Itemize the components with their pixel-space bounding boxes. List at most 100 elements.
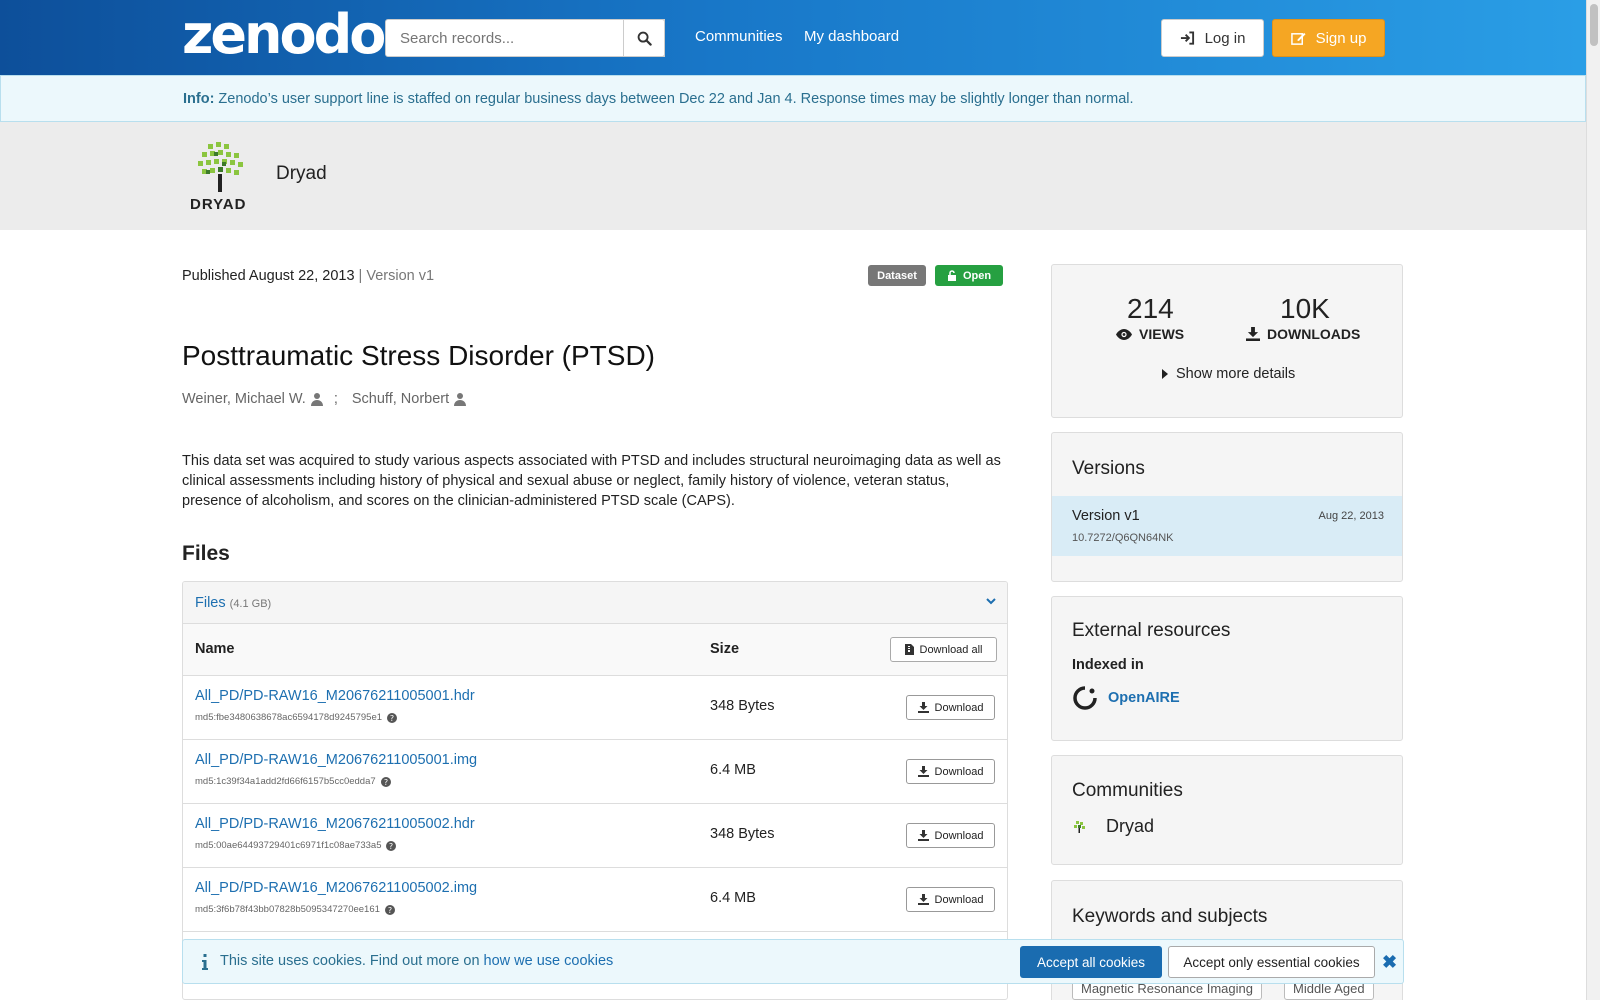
access-badge-label: Open — [962, 269, 992, 282]
eye-icon — [1116, 328, 1132, 340]
nav-my-dashboard[interactable]: My dashboard — [804, 28, 899, 45]
table-row: All_PD/PD-RAW16_M20676211005002.hdr md5:… — [183, 804, 1007, 868]
download-all-button[interactable]: Download all — [890, 637, 997, 662]
caret-right-icon — [1162, 369, 1168, 379]
version-doi: 10.7272/Q6QN64NK — [1072, 532, 1174, 544]
show-more-label: Show more details — [1176, 366, 1296, 382]
cookie-banner: This site uses cookies. Find out more on… — [182, 939, 1404, 984]
download-icon — [917, 830, 929, 841]
openaire-label: OpenAIRE — [1108, 690, 1180, 706]
sign-in-icon — [1180, 31, 1194, 45]
community-name[interactable]: Dryad — [276, 163, 327, 185]
published-date: Published August 22, 2013 — [182, 268, 355, 284]
user-icon — [454, 393, 467, 406]
communities-card: Communities Dryad — [1051, 755, 1403, 865]
cookie-message: This site uses cookies. Find out more on — [220, 953, 484, 969]
download-icon — [1246, 327, 1260, 341]
close-icon[interactable]: ✖ — [1382, 952, 1397, 973]
download-label: Download — [934, 765, 984, 778]
signup-button[interactable]: Sign up — [1272, 19, 1385, 57]
accept-all-cookies-button[interactable]: Accept all cookies — [1020, 946, 1162, 978]
search-button[interactable] — [623, 19, 665, 57]
top-navbar: zenodo Communities My dashboard Log in S… — [0, 0, 1586, 75]
download-all-label: Download all — [919, 643, 983, 656]
file-archive-icon — [904, 644, 914, 655]
checksum-text: md5:00ae64493729401c6971f1c08ae733a5 — [195, 840, 382, 851]
edit-icon — [1290, 32, 1306, 45]
record-description: This data set was acquired to study vari… — [182, 453, 1001, 509]
files-panel-label: Files — [195, 595, 226, 611]
version-date: Aug 22, 2013 — [1318, 510, 1384, 522]
download-button[interactable]: Download — [906, 759, 995, 784]
file-link[interactable]: All_PD/PD-RAW16_M20676211005002.hdr — [195, 816, 475, 832]
community-item[interactable]: Dryad — [1072, 816, 1154, 837]
files-panel-header[interactable]: Files (4.1 GB) — [183, 582, 1007, 624]
cookie-text: This site uses cookies. Find out more on… — [220, 953, 613, 969]
show-more-details[interactable]: Show more details — [1162, 366, 1295, 382]
download-icon — [917, 894, 929, 905]
files-panel-title: Files (4.1 GB) — [195, 595, 271, 611]
dryad-small-logo — [1074, 820, 1085, 833]
views-count: 214 — [1127, 293, 1174, 324]
file-checksum: md5:3f6b78f43bb07828b5095347270ee161 ? — [195, 904, 395, 915]
version-label: | Version v1 — [354, 268, 435, 284]
views-label-wrap: VIEWS — [1116, 326, 1184, 342]
user-icon — [310, 393, 323, 406]
files-total-size: (4.1 GB) — [229, 598, 272, 610]
files-table-header: Name Size Download all — [183, 624, 1007, 676]
search-icon — [637, 31, 652, 46]
question-circle-icon[interactable]: ? — [384, 904, 395, 915]
question-circle-icon[interactable]: ? — [387, 712, 398, 723]
download-label: Download — [934, 893, 984, 906]
publication-info: Published August 22, 2013 | Version v1 — [182, 268, 434, 284]
downloads-label-wrap: DOWNLOADS — [1246, 326, 1360, 342]
author-name[interactable]: Weiner, Michael W. — [182, 391, 306, 407]
accept-essential-cookies-button[interactable]: Accept only essential cookies — [1168, 946, 1375, 978]
page-scrollbar[interactable] — [1586, 0, 1600, 1000]
question-circle-icon[interactable]: ? — [386, 840, 397, 851]
cookie-policy-link[interactable]: how we use cookies — [484, 953, 614, 969]
table-row: All_PD/PD-RAW16_M20676211005002.img md5:… — [183, 868, 1007, 932]
zenodo-logo[interactable]: zenodo — [182, 8, 386, 62]
question-circle-icon[interactable]: ? — [380, 776, 391, 787]
download-button[interactable]: Download — [906, 695, 995, 720]
file-link[interactable]: All_PD/PD-RAW16_M20676211005001.hdr — [195, 688, 475, 704]
record-title: Posttraumatic Stress Disorder (PTSD) — [182, 340, 655, 371]
views-label: VIEWS — [1139, 326, 1185, 342]
version-item[interactable]: Version v1 Aug 22, 2013 10.7272/Q6QN64NK — [1052, 496, 1402, 556]
files-panel: Files (4.1 GB) Name Size Download all Al… — [182, 581, 1008, 1000]
info-message: Zenodo’s user support line is staffed on… — [214, 91, 1134, 107]
table-row: All_PD/PD-RAW16_M20676211005001.img md5:… — [183, 740, 1007, 804]
download-icon — [917, 702, 929, 713]
download-icon — [917, 766, 929, 777]
file-size: 6.4 MB — [710, 890, 756, 906]
svg-text:?: ? — [389, 842, 393, 851]
external-resources-title: External resources — [1072, 620, 1231, 641]
table-row: All_PD/PD-RAW16_M20676211005001.hdr md5:… — [183, 676, 1007, 740]
file-link[interactable]: All_PD/PD-RAW16_M20676211005002.img — [195, 880, 477, 896]
scrollbar-thumb[interactable] — [1590, 4, 1598, 46]
login-label: Log in — [1204, 29, 1246, 47]
external-resources-card: External resources Indexed in OpenAIRE — [1051, 596, 1403, 741]
openaire-link[interactable]: OpenAIRE — [1072, 685, 1180, 711]
author-name[interactable]: Schuff, Norbert — [352, 391, 449, 407]
login-button[interactable]: Log in — [1161, 19, 1264, 57]
download-button[interactable]: Download — [906, 823, 995, 848]
resource-type-badge: Dataset — [868, 265, 926, 286]
openaire-icon — [1073, 686, 1097, 710]
file-link[interactable]: All_PD/PD-RAW16_M20676211005001.img — [195, 752, 477, 768]
file-size: 348 Bytes — [710, 826, 775, 842]
dryad-logo-text: DRYAD — [190, 196, 247, 213]
chevron-down-icon[interactable] — [985, 595, 997, 607]
info-banner-text: Info: Zenodo’s user support line is staf… — [183, 91, 1134, 107]
keywords-title: Keywords and subjects — [1072, 906, 1268, 927]
downloads-count: 10K — [1280, 293, 1330, 324]
download-label: Download — [934, 829, 984, 842]
download-button[interactable]: Download — [906, 887, 995, 912]
downloads-label: DOWNLOADS — [1267, 326, 1361, 342]
nav-communities[interactable]: Communities — [695, 28, 783, 45]
version-name: Version v1 — [1072, 508, 1140, 524]
versions-card: Versions Version v1 Aug 22, 2013 10.7272… — [1051, 432, 1403, 582]
indexed-in-label: Indexed in — [1072, 657, 1144, 673]
info-icon — [202, 954, 208, 970]
